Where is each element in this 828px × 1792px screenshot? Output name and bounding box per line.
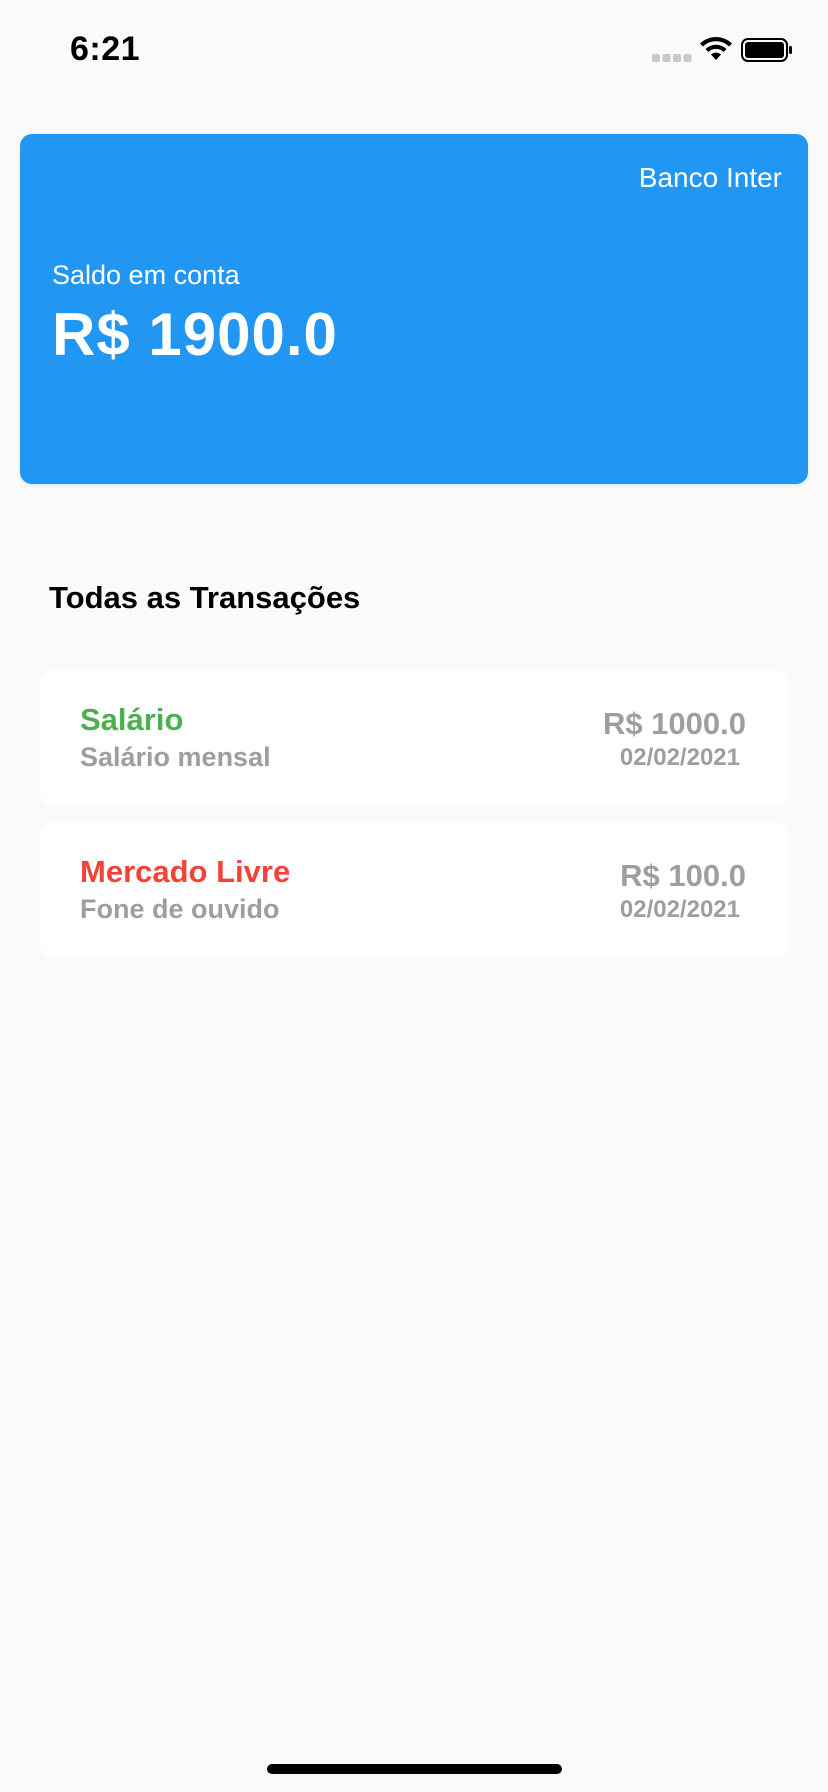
battery-icon (741, 38, 792, 62)
signal-icon (652, 54, 692, 62)
transaction-title: Mercado Livre (80, 854, 291, 889)
balance-card[interactable]: Banco Inter Saldo em conta R$ 1900.0 (20, 134, 808, 484)
transaction-amount: R$ 100.0 (620, 858, 746, 893)
balance-value: R$ 1900.0 (52, 301, 338, 368)
transaction-date: 02/02/2021 (619, 744, 740, 771)
wifi-icon (700, 37, 732, 60)
transaction-description: Salário mensal (80, 742, 271, 772)
balance-label: Saldo em conta (52, 260, 240, 290)
bank-name: Banco Inter (638, 162, 782, 193)
status-time: 6:21 (70, 30, 141, 68)
status-bar: 6:21 (0, 0, 828, 100)
section-title: Todas as Transações (49, 580, 361, 615)
transaction-description: Fone de ouvido (80, 894, 280, 924)
transaction-date: 02/02/2021 (619, 896, 740, 923)
transaction-card-salario[interactable]: Salário Salário mensal R$ 1000.0 02/02/2… (40, 670, 788, 806)
home-indicator[interactable] (267, 1764, 562, 1774)
transaction-title: Salário (80, 702, 184, 737)
transaction-amount: R$ 1000.0 (602, 706, 746, 741)
transaction-card-mercado-livre[interactable]: Mercado Livre Fone de ouvido R$ 100.0 02… (40, 822, 788, 958)
